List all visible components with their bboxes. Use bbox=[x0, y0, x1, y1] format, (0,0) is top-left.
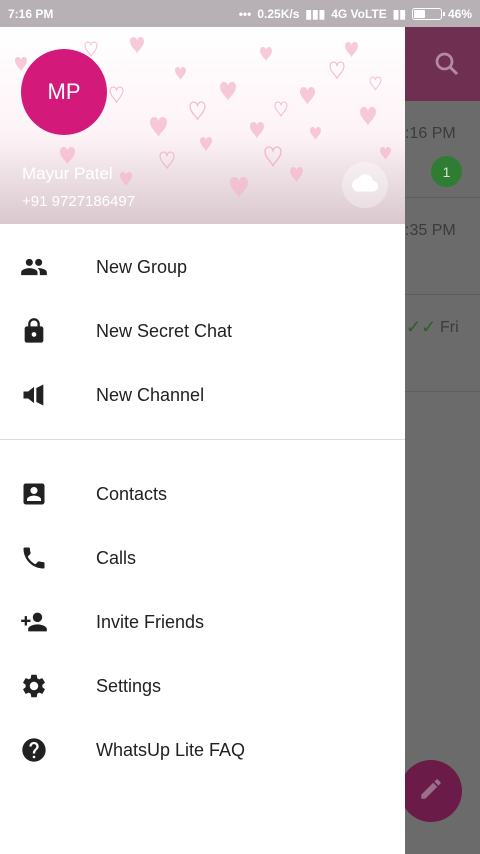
menu-item-label: Settings bbox=[96, 675, 162, 696]
menu-item-invite-friends[interactable]: Invite Friends bbox=[0, 590, 405, 654]
help-icon bbox=[20, 736, 48, 764]
megaphone-icon bbox=[20, 381, 48, 409]
cloud-button[interactable] bbox=[342, 162, 388, 208]
add-person-icon bbox=[20, 608, 48, 636]
chat-time: Fri bbox=[440, 319, 459, 336]
network-type: 4G VoLTE bbox=[331, 6, 387, 21]
read-check-icon: ✓✓ bbox=[406, 317, 437, 337]
menu-item-calls[interactable]: Calls bbox=[0, 526, 405, 590]
menu-item-contacts[interactable]: Contacts bbox=[0, 462, 405, 526]
gear-icon bbox=[20, 672, 48, 700]
menu-item-label: Invite Friends bbox=[96, 611, 205, 632]
battery-percent: 46% bbox=[447, 6, 472, 21]
menu-item-faq[interactable]: WhatsUp Lite FAQ bbox=[0, 718, 405, 782]
chat-time: :35 PM bbox=[405, 222, 456, 239]
signal-icon-2: ▮▮ bbox=[392, 6, 406, 21]
drawer-menu-primary: New Group New Secret Chat New Channel bbox=[0, 224, 405, 427]
search-icon[interactable] bbox=[432, 49, 462, 79]
menu-item-settings[interactable]: Settings bbox=[0, 654, 405, 718]
more-dots-icon: ••• bbox=[238, 6, 252, 21]
compose-fab[interactable] bbox=[400, 760, 462, 822]
user-phone: +91 9727186497 bbox=[22, 193, 136, 210]
cloud-icon bbox=[352, 173, 378, 198]
menu-item-new-group[interactable]: New Group bbox=[0, 235, 405, 299]
group-icon bbox=[20, 253, 48, 281]
unread-badge: 1 bbox=[431, 156, 462, 187]
menu-item-label: Calls bbox=[96, 547, 137, 568]
status-bar: 7:16 PM ••• 0.25K/s ▮▮▮ 4G VoLTE ▮▮ 46% bbox=[0, 0, 480, 27]
signal-icon: ▮▮▮ bbox=[305, 6, 326, 21]
menu-item-label: New Channel bbox=[96, 384, 205, 405]
menu-item-new-secret-chat[interactable]: New Secret Chat bbox=[0, 299, 405, 363]
menu-item-label: Contacts bbox=[96, 483, 168, 504]
avatar[interactable]: MP bbox=[21, 49, 107, 135]
menu-item-label: New Group bbox=[96, 256, 188, 277]
lock-icon bbox=[20, 317, 48, 345]
status-time: 7:16 PM bbox=[8, 6, 54, 21]
contacts-icon bbox=[20, 480, 48, 508]
menu-item-label: New Secret Chat bbox=[96, 320, 233, 341]
user-name: Mayur Patel bbox=[22, 164, 113, 183]
battery-icon bbox=[411, 7, 445, 20]
network-speed: 0.25K/s bbox=[257, 6, 300, 21]
drawer-menu-secondary: Contacts Calls Invite Friends Settings W… bbox=[0, 440, 405, 782]
drawer-header: MP Mayur Patel +91 9727186497 bbox=[0, 27, 405, 224]
navigation-drawer: MP Mayur Patel +91 9727186497 New Group … bbox=[0, 27, 405, 854]
pencil-icon bbox=[418, 776, 444, 807]
chat-time: :16 PM bbox=[405, 125, 456, 142]
menu-item-label: WhatsUp Lite FAQ bbox=[96, 739, 246, 760]
menu-item-new-channel[interactable]: New Channel bbox=[0, 363, 405, 427]
phone-icon bbox=[20, 544, 48, 572]
